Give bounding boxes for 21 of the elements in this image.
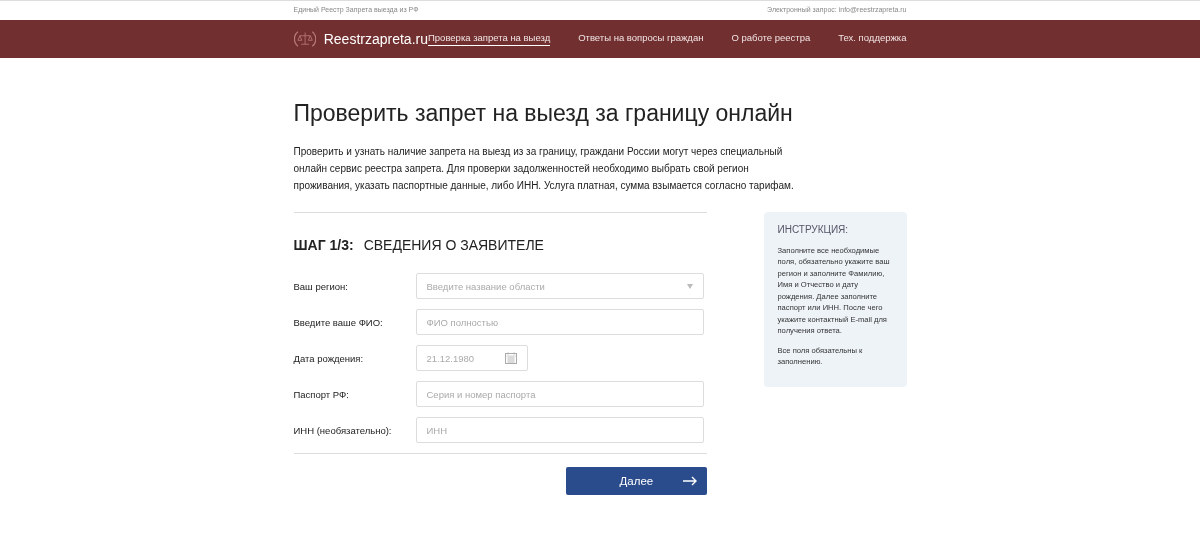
input-field[interactable]: Серия и номер паспорта	[415, 381, 704, 407]
nav-link[interactable]: Тех. поддержка	[838, 32, 907, 46]
nav-link[interactable]: О работе реестра	[731, 32, 811, 46]
step-number: ШАГ 1/3:	[293, 237, 354, 253]
field-label: Введите ваше ФИО:	[293, 316, 384, 328]
nav-link[interactable]: Ответы на вопросы граждан	[578, 32, 704, 46]
site-logo-text[interactable]: Reestrzapreta.ru	[323, 31, 428, 47]
intro-paragraph: Проверить и узнать наличие запрета на выезд из за границу, граждани России могут через специальный онлайн сервис реестра запрета. Для проверки задолженностей необходимо выбрать свой регион проживания, указать паспортные данные, либо ИНН. Услуга платная, сумма взымается согласно тарифам.	[293, 145, 795, 193]
next-button[interactable]: Далее	[565, 467, 707, 495]
field-label: Паспорт РФ:	[293, 388, 350, 400]
step-title: СВЕДЕНИЯ О ЗАЯВИТЕЛЕ	[363, 237, 544, 253]
nav-link[interactable]: Проверка запрета на выезд	[428, 32, 551, 46]
input-field[interactable]: ФИО полностью	[415, 309, 704, 335]
calendar-icon[interactable]	[504, 352, 517, 364]
field-label: Ваш регион:	[293, 280, 349, 292]
field-label: ИНН (необязательно):	[293, 424, 393, 436]
page-title: Проверить запрет на выезд за границу онлайн	[293, 100, 794, 127]
input-field[interactable]: ИНН	[415, 417, 704, 443]
field-label: Дата рождения:	[293, 352, 365, 364]
instruction-title: ИНСТРУКЦИЯ:	[777, 224, 850, 236]
arrow-right-icon	[682, 476, 697, 486]
